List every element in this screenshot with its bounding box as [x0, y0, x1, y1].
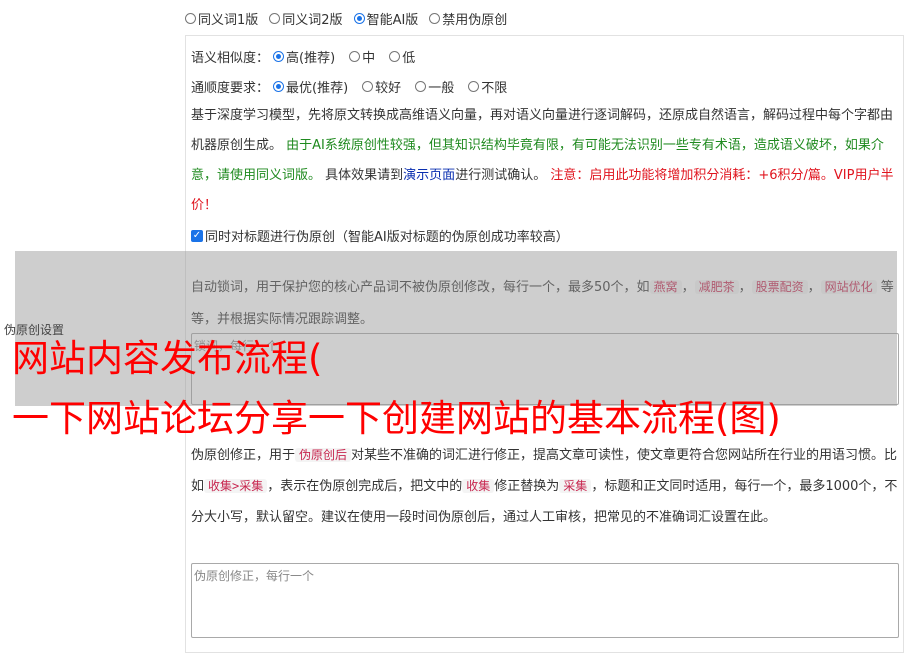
radio-circle[interactable]: [362, 81, 374, 92]
mode-option-label: 同义词2版: [282, 13, 343, 28]
correction-input[interactable]: 伪原创修正，每行一个: [191, 563, 899, 638]
mode-option-label: 智能AI版: [366, 13, 419, 28]
correction-text: 伪原创修正，用于: [191, 448, 296, 463]
fluency-option-unlimited[interactable]: 不限: [468, 77, 507, 96]
option-label: 最优(推荐): [286, 81, 349, 96]
example-tag: 收集>采集: [204, 479, 268, 493]
example-tag: 采集: [559, 479, 592, 493]
mode-option-label: 同义词1版: [198, 13, 259, 28]
option-label: 不限: [481, 81, 508, 96]
radio-circle[interactable]: [429, 13, 441, 24]
fluency-label: 通顺度要求：: [191, 81, 270, 96]
fluency-row: 通顺度要求： 最优(推荐) 较好 一般 不限: [191, 77, 521, 96]
option-label: 一般: [428, 81, 455, 96]
radio-circle[interactable]: [468, 81, 480, 92]
title-rewrite-label: 同时对标题进行伪原创（智能AI版对标题的伪原创成功率较高）: [205, 230, 569, 245]
overlay-band: [15, 251, 897, 406]
ai-description: 基于深度学习模型，先将原文转换成高维语义向量，再对语义向量进行逐词解码，还原成自…: [191, 101, 901, 221]
radio-circle[interactable]: [415, 81, 427, 92]
checkbox-checked-icon[interactable]: ✓: [191, 229, 203, 242]
correction-text: ，表示在伪原创完成后，把文中的: [267, 479, 463, 494]
example-tag: 收集: [462, 479, 495, 493]
option-label: 中: [362, 51, 376, 66]
radio-circle[interactable]: [185, 13, 196, 24]
mode-option-disable[interactable]: 禁用伪原创: [429, 9, 507, 28]
option-label: 低: [402, 51, 416, 66]
mode-option-synonym-1[interactable]: 同义词1版: [185, 9, 258, 28]
fluency-option-best[interactable]: 最优(推荐): [273, 77, 348, 96]
ai-desc-text-3: 进行测试确认。: [455, 168, 547, 183]
similarity-option-high[interactable]: 高(推荐): [273, 47, 335, 66]
fluency-option-good[interactable]: 较好: [362, 77, 401, 96]
radio-circle[interactable]: [273, 81, 285, 92]
headline-line-1: 网站内容发布流程(: [12, 337, 323, 380]
radio-circle[interactable]: [273, 51, 285, 62]
correction-description: 伪原创修正，用于 伪原创后 对某些不准确的词汇进行修正，提高文章可读性，使文章更符合…: [191, 440, 903, 533]
example-tag: 伪原创后: [295, 448, 352, 462]
title-rewrite-checkbox-row[interactable]: ✓ 同时对标题进行伪原创（智能AI版对标题的伪原创成功率较高）: [191, 226, 569, 245]
correction-placeholder: 伪原创修正，每行一个: [194, 569, 315, 583]
demo-page-link[interactable]: 演示页面: [403, 168, 455, 183]
mode-option-label: 禁用伪原创: [442, 13, 508, 28]
similarity-option-low[interactable]: 低: [389, 47, 415, 66]
mode-option-synonym-2[interactable]: 同义词2版: [269, 9, 343, 28]
pseudo-original-settings-label: 伪原创设置: [4, 323, 65, 337]
option-label: 较好: [375, 81, 402, 96]
radio-circle[interactable]: [353, 13, 365, 24]
similarity-row: 语义相似度： 高(推荐) 中 低: [191, 47, 429, 66]
radio-circle[interactable]: [269, 13, 281, 24]
fluency-option-normal[interactable]: 一般: [415, 77, 454, 96]
radio-circle[interactable]: [389, 51, 401, 62]
similarity-option-medium[interactable]: 中: [349, 47, 375, 66]
option-label: 高(推荐): [286, 51, 336, 66]
mode-radio-group: 同义词1版 同义词2版 智能AI版 禁用伪原创: [185, 9, 518, 28]
radio-circle[interactable]: [349, 51, 361, 62]
mode-option-ai[interactable]: 智能AI版: [353, 9, 419, 28]
correction-text: 修正替换为: [494, 479, 560, 494]
similarity-label: 语义相似度：: [191, 51, 270, 66]
headline-line-2: 一下网站论坛分享一下创建网站的基本流程(图): [12, 397, 781, 440]
ai-desc-text-2: 具体效果请到: [325, 168, 404, 183]
